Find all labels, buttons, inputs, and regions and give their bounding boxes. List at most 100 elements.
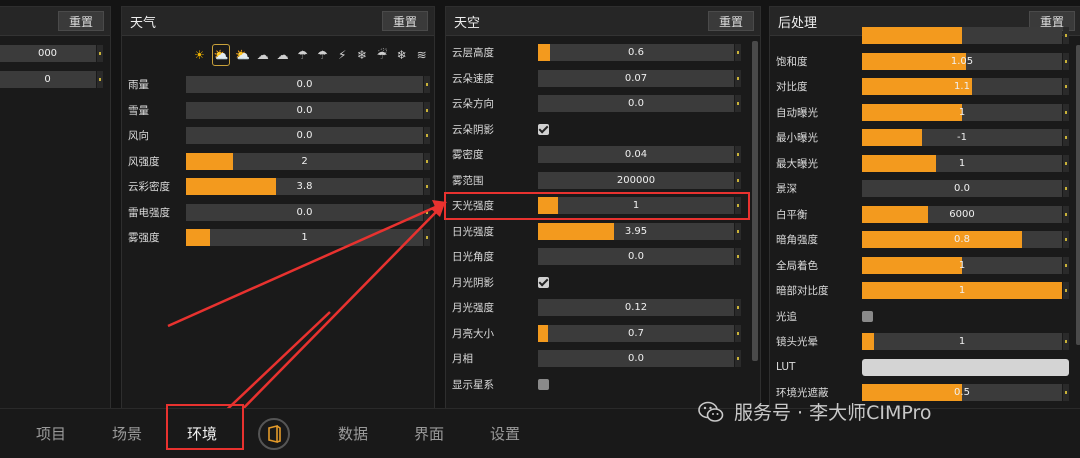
- value-slider[interactable]: -1: [862, 129, 1062, 147]
- setting-row: 风向 0.0: [122, 123, 434, 149]
- reset-button-sky[interactable]: 重置: [707, 11, 754, 31]
- slider-handle-icon[interactable]: [97, 70, 103, 88]
- value-slider[interactable]: 0.0: [862, 180, 1062, 198]
- slider-handle-icon[interactable]: [424, 152, 430, 170]
- slider-handle-icon[interactable]: [1063, 103, 1069, 121]
- value-slider[interactable]: 1.05: [862, 52, 1062, 70]
- value-slider[interactable]: 1: [862, 282, 1062, 300]
- value-slider[interactable]: 1: [862, 333, 1062, 351]
- setting-label: 光追: [776, 310, 797, 323]
- snow-cloud-icon[interactable]: ❄: [394, 46, 409, 64]
- slider-handle-icon[interactable]: [97, 45, 103, 63]
- slider-handle-icon[interactable]: [1063, 333, 1069, 351]
- sun-cloud-icon[interactable]: ⛅: [235, 46, 250, 64]
- slider-handle-icon[interactable]: [424, 127, 430, 145]
- slider-handle-icon[interactable]: [1063, 180, 1069, 198]
- nav-item-settings[interactable]: 设置: [490, 423, 520, 444]
- value-slider[interactable]: 0.12: [538, 299, 734, 317]
- value-slider[interactable]: 0.0: [186, 101, 423, 119]
- slider-handle-icon[interactable]: [735, 299, 741, 317]
- slider-handle-icon[interactable]: [424, 76, 430, 94]
- value-slider[interactable]: 0.6: [538, 44, 734, 62]
- value-slider[interactable]: [862, 27, 1062, 45]
- setting-checkbox[interactable]: [538, 123, 549, 135]
- value-slider[interactable]: 2: [186, 152, 423, 170]
- reset-button-weather[interactable]: 重置: [381, 11, 428, 31]
- value-slider[interactable]: 000: [0, 45, 96, 63]
- setting-checkbox[interactable]: [862, 310, 873, 322]
- slider-handle-icon[interactable]: [735, 95, 741, 113]
- slider-handle-icon[interactable]: [735, 44, 741, 62]
- setting-checkbox[interactable]: [538, 378, 549, 390]
- nav-item-data[interactable]: 数据: [338, 423, 368, 444]
- wind-cloud-icon[interactable]: ≋: [414, 46, 429, 64]
- slider-handle-icon[interactable]: [1063, 205, 1069, 223]
- snow-cloud-icon[interactable]: ❄: [355, 46, 370, 64]
- slider-handle-icon[interactable]: [1063, 154, 1069, 172]
- lut-selector[interactable]: [862, 358, 1069, 376]
- slider-handle-icon[interactable]: [424, 101, 430, 119]
- value-slider[interactable]: 1: [862, 103, 1062, 121]
- value-slider[interactable]: 0.7: [538, 324, 734, 342]
- setting-label: 对比度: [776, 81, 808, 94]
- value-slider[interactable]: 0: [0, 70, 96, 88]
- slider-handle-icon[interactable]: [735, 248, 741, 266]
- app-logo-icon[interactable]: [258, 418, 290, 450]
- value-slider[interactable]: 0.0: [538, 248, 734, 266]
- slider-handle-icon[interactable]: [1063, 78, 1069, 96]
- cloud-icon[interactable]: ☁: [255, 46, 270, 64]
- value-slider[interactable]: 1: [862, 154, 1062, 172]
- value-slider[interactable]: 200000: [538, 171, 734, 189]
- slider-handle-icon[interactable]: [735, 171, 741, 189]
- scrollbar[interactable]: [1076, 45, 1080, 345]
- value-slider[interactable]: 6000: [862, 205, 1062, 223]
- value-slider[interactable]: 3.95: [538, 222, 734, 240]
- slider-handle-icon[interactable]: [424, 178, 430, 196]
- slider-handle-icon[interactable]: [1063, 129, 1069, 147]
- setting-checkbox[interactable]: [538, 276, 549, 288]
- storm-cloud-icon[interactable]: ☔: [374, 46, 389, 64]
- slider-handle-icon[interactable]: [735, 69, 741, 87]
- value-slider[interactable]: 0.0: [538, 350, 734, 368]
- value-slider[interactable]: 0.0: [186, 127, 423, 145]
- nav-item-interface[interactable]: 界面: [414, 423, 444, 444]
- slider-handle-icon[interactable]: [1063, 256, 1069, 274]
- value-slider[interactable]: 0.0: [538, 95, 734, 113]
- value-slider[interactable]: 3.8: [186, 178, 423, 196]
- slider-value: 0.7: [628, 327, 644, 339]
- setting-row: 光追: [770, 304, 1080, 330]
- slider-handle-icon[interactable]: [424, 229, 430, 247]
- value-slider[interactable]: 0.0: [186, 203, 423, 221]
- reset-button-left[interactable]: 重置: [57, 11, 104, 31]
- slider-handle-icon[interactable]: [1063, 27, 1069, 45]
- panel-weather: 天气 重置 ☀ ⛅ ⛅ ☁ ☁ ☂ ☂ ⚡ ❄ ☔ ❄ ≋ 雨量 0.0 雪量 0.0 风向 0.0 风强度 2 云彩…: [121, 6, 435, 410]
- slider-handle-icon[interactable]: [735, 222, 741, 240]
- slider-handle-icon[interactable]: [735, 324, 741, 342]
- value-slider[interactable]: 1: [862, 256, 1062, 274]
- slider-handle-icon[interactable]: [1063, 231, 1069, 249]
- value-slider[interactable]: 1.1: [862, 78, 1062, 96]
- slider-handle-icon[interactable]: [735, 146, 741, 164]
- setting-row: 0: [0, 67, 110, 93]
- cloud-icon[interactable]: ☁: [275, 46, 290, 64]
- slider-handle-icon[interactable]: [1063, 384, 1069, 402]
- value-slider[interactable]: 0.04: [538, 146, 734, 164]
- partly-cloudy-icon[interactable]: ⛅: [211, 44, 231, 66]
- watermark: 服务号 · 李大师CIMPro: [698, 398, 932, 425]
- rain-cloud-icon[interactable]: ☂: [295, 46, 310, 64]
- value-slider[interactable]: 0.8: [862, 231, 1062, 249]
- setting-label: 云朵阴影: [452, 123, 494, 136]
- nav-item-project[interactable]: 项目: [36, 423, 66, 444]
- slider-handle-icon[interactable]: [424, 203, 430, 221]
- value-slider[interactable]: 0.07: [538, 69, 734, 87]
- value-slider[interactable]: 0.0: [186, 76, 423, 94]
- sun-icon[interactable]: ☀: [192, 46, 207, 64]
- value-slider[interactable]: 1: [186, 229, 423, 247]
- slider-handle-icon[interactable]: [735, 350, 741, 368]
- slider-handle-icon[interactable]: [1063, 52, 1069, 70]
- nav-item-scene[interactable]: 场景: [112, 423, 142, 444]
- thunder-cloud-icon[interactable]: ⚡: [335, 46, 350, 64]
- scrollbar[interactable]: [752, 41, 758, 361]
- rain-cloud-icon[interactable]: ☂: [315, 46, 330, 64]
- slider-handle-icon[interactable]: [1063, 282, 1069, 300]
